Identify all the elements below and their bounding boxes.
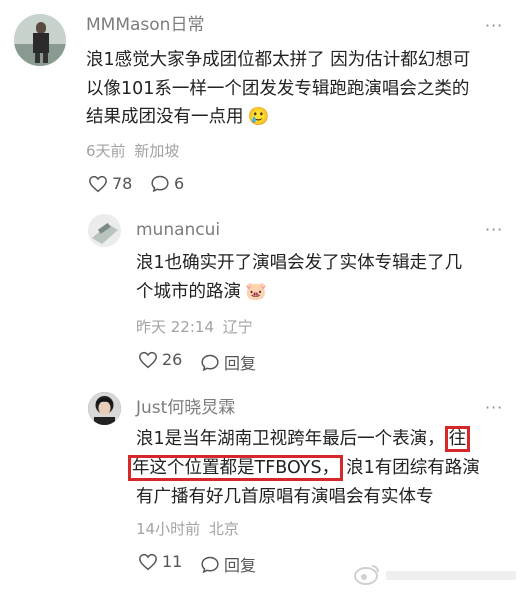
comment-bubble-icon	[201, 354, 219, 371]
comment-bubble-icon	[201, 556, 219, 573]
avatar-photo	[88, 392, 121, 425]
highlighted-text: 年这个位置都是TFBOYS，	[128, 455, 344, 481]
like-button[interactable]: 11	[138, 552, 182, 571]
comment-meta: 6天前 新加坡	[86, 141, 179, 161]
username[interactable]: Just何晓炅霖	[136, 397, 235, 419]
avatar[interactable]	[88, 392, 121, 425]
username[interactable]: munancui	[136, 219, 220, 241]
comment-meta: 14小时前 北京	[136, 519, 239, 539]
timestamp: 昨天 22:14	[136, 318, 214, 336]
comment-count: 6	[174, 174, 185, 193]
like-count: 11	[162, 552, 183, 571]
more-dots-icon[interactable]: ···	[485, 18, 503, 34]
more-dots-icon[interactable]: ···	[485, 400, 503, 416]
reply-label: 回复	[224, 354, 257, 373]
emoji-icon: 🥲	[247, 107, 270, 127]
location: 辽宁	[222, 318, 253, 336]
timestamp: 14小时前	[136, 520, 201, 538]
like-button[interactable]: 26	[138, 350, 182, 369]
comment-line: 浪1有团综有路演	[346, 458, 480, 478]
comment-line: 浪1是当年湖南卫视跨年最后一个表演，	[136, 429, 445, 449]
like-count: 26	[162, 350, 183, 369]
comment-text: 浪1也确实开了演唱会发了实体专辑走了几 个城市的路演 🐷	[136, 249, 462, 307]
location: 北京	[208, 520, 239, 538]
highlighted-text: 往	[444, 426, 471, 452]
timestamp: 6天前	[86, 142, 126, 160]
comment-text: 浪1感觉大家争成团位都太拼了 因为估计都幻想可 以像101系一样一个团发发专辑跑…	[86, 46, 470, 132]
comment-line: 浪1感觉大家争成团位都太拼了 因为估计都幻想可	[86, 50, 471, 70]
comment-line: 结果成团没有一点用	[86, 107, 244, 127]
username[interactable]: MMMason日常	[86, 14, 204, 36]
like-count: 78	[112, 174, 133, 193]
avatar-photo	[14, 14, 66, 66]
comment-bubble-icon	[151, 175, 169, 193]
reply-button[interactable]: 回复	[200, 552, 256, 576]
comment-line: 个城市的路演	[136, 282, 241, 302]
like-button[interactable]: 78	[88, 174, 132, 193]
heart-icon	[89, 175, 107, 192]
avatar[interactable]	[88, 214, 121, 247]
comment-line: 以像101系一样一个团发发专辑跑跑演唱会之类的	[86, 78, 470, 99]
weibo-watermark-icon	[352, 562, 522, 592]
avatar-photo	[88, 214, 121, 247]
comment-meta: 昨天 22:14 辽宁	[136, 317, 253, 337]
location: 新加坡	[134, 142, 180, 160]
more-dots-icon[interactable]: ···	[485, 222, 503, 238]
comment-line: 浪1也确实开了演唱会发了实体专辑走了几	[136, 253, 463, 273]
heart-icon	[139, 553, 157, 570]
avatar[interactable]	[14, 14, 66, 66]
comment-line: 有广播有好几首原唱有演唱会有实体专	[136, 487, 434, 507]
reply-button[interactable]: 回复	[200, 350, 256, 374]
heart-icon	[139, 351, 157, 368]
reply-label: 回复	[224, 556, 257, 575]
comment-text: 浪1是当年湖南卫视跨年最后一个表演，往 年这个位置都是TFBOYS， 浪1有团综有…	[128, 425, 480, 512]
emoji-icon: 🐷	[245, 282, 267, 302]
comment-button[interactable]: 6	[150, 174, 184, 193]
